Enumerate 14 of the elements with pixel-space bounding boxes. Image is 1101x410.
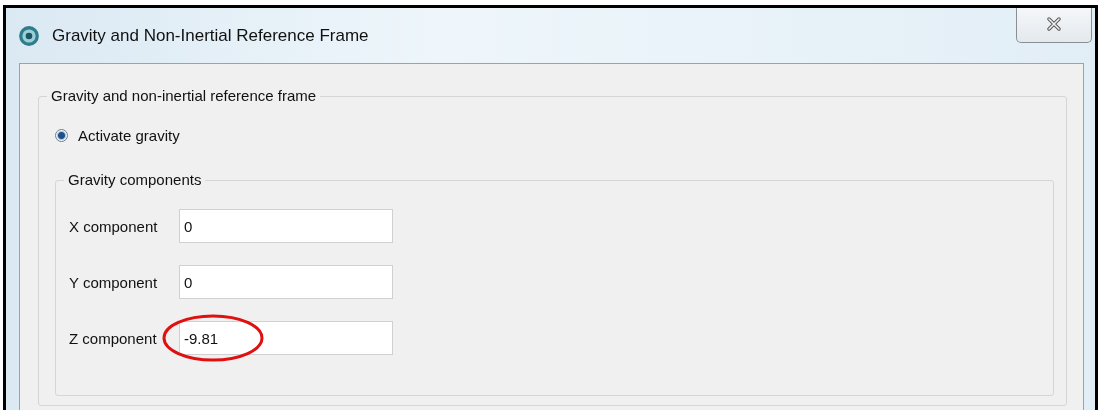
- field-label: X component: [69, 217, 159, 235]
- radio-button[interactable]: [55, 129, 68, 142]
- group-title: Gravity components: [64, 171, 206, 188]
- window-title: Gravity and Non-Inertial Reference Frame: [52, 25, 369, 46]
- input-field[interactable]: 0: [179, 265, 393, 299]
- close-button[interactable]: [1016, 8, 1092, 43]
- group-title: Gravity and non-inertial reference frame: [47, 87, 321, 104]
- app-icon: [18, 24, 40, 47]
- close-icon: [1046, 15, 1062, 32]
- field-label: Z component: [69, 329, 158, 347]
- field-label: Y component: [69, 273, 159, 291]
- input-field[interactable]: 0: [179, 209, 393, 243]
- input-field[interactable]: -9.81: [179, 321, 393, 355]
- radio-label: Activate gravity: [78, 127, 180, 144]
